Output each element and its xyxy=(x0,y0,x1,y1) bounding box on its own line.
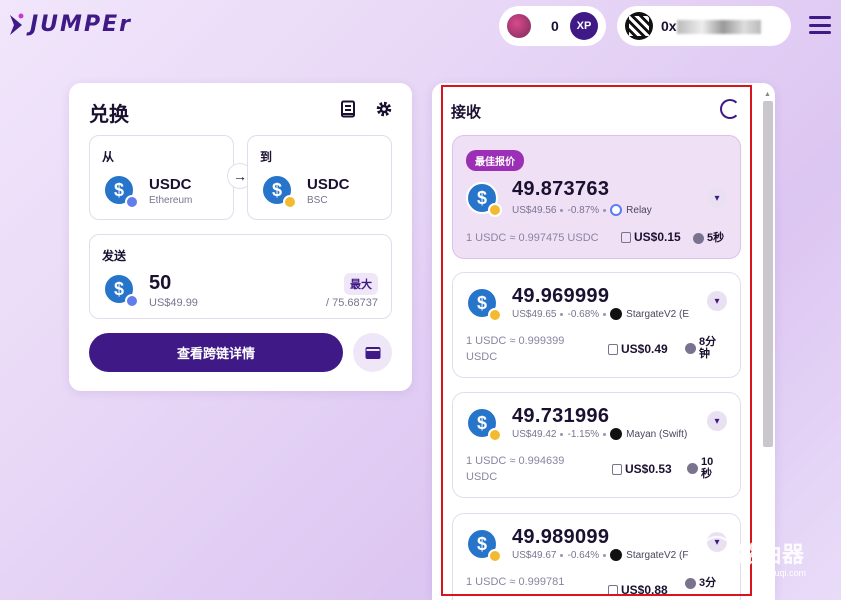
jumper-logo-icon xyxy=(10,13,24,35)
address-redaction xyxy=(676,20,761,35)
view-bridge-details-button[interactable]: 查看跨链详情 xyxy=(89,333,343,372)
route-amount: 49.731996 xyxy=(512,405,610,427)
gas-pump-icon xyxy=(608,343,618,355)
stargate-icon xyxy=(610,308,623,320)
chevron-down-icon[interactable]: ▾ xyxy=(707,411,727,431)
gas-fee: US$0.15 xyxy=(621,230,681,244)
watermark-url: luyouqi.com xyxy=(758,568,807,578)
to-token-name: USDC xyxy=(307,176,350,193)
est-time: 3分 xyxy=(685,577,719,589)
route-sub: US$49.65 -0.68% StargateV2 (E xyxy=(512,308,689,320)
ethereum-chain-icon xyxy=(125,195,139,209)
xp-count: 0 xyxy=(551,18,559,34)
relay-icon xyxy=(610,204,623,216)
bsc-chain-icon xyxy=(488,549,502,563)
gas-fee: US$0.88 xyxy=(608,583,668,597)
scrollbar[interactable]: ▲ xyxy=(762,91,774,600)
from-label: 从 xyxy=(102,150,115,164)
route-card[interactable]: 最佳报价 $ 49.873763 US$49.56 -0.87% Relay ▾ … xyxy=(452,135,741,259)
scroll-up-icon[interactable]: ▲ xyxy=(764,91,771,98)
profile-avatar xyxy=(507,14,531,38)
watermark: 路由器 xyxy=(700,536,804,570)
clock-icon xyxy=(685,577,696,589)
route-rate: 1 USDC ≈ 0.999781 xyxy=(466,576,565,588)
max-button[interactable]: 最大 xyxy=(344,273,378,295)
gas-fee: US$0.53 xyxy=(612,462,672,476)
from-token-selector[interactable]: 从 $ USDC Ethereum xyxy=(89,135,234,220)
route-amount: 49.969999 xyxy=(512,285,610,307)
history-icon[interactable] xyxy=(339,100,357,118)
wallet-avatar xyxy=(625,12,653,40)
wallet-icon xyxy=(365,346,380,359)
wallet-address: 0x xyxy=(661,18,761,35)
menu-icon[interactable] xyxy=(809,16,831,34)
bsc-chain-icon xyxy=(488,203,502,217)
gas-pump-icon xyxy=(608,584,618,596)
route-amount: 49.989099 xyxy=(512,526,610,548)
route-amount: 49.873763 xyxy=(512,178,610,200)
to-token-selector[interactable]: 到 $ USDC BSC xyxy=(247,135,392,220)
send-amount-box[interactable]: 发送 $ 50 US$49.99 最大 / 75.68737 xyxy=(89,234,392,319)
send-amount-input[interactable]: 50 xyxy=(149,272,171,295)
from-token-name: USDC xyxy=(149,176,192,193)
route-card[interactable]: $ 49.989099 US$49.67 -0.64% StargateV2 (F… xyxy=(452,513,741,600)
exchange-card: 兑换 从 $ USDC Ethereum → 到 $ USDC BSC 发送 $… xyxy=(69,83,412,391)
wallet-button[interactable]: 0x xyxy=(617,6,791,46)
gas-fee: US$0.49 xyxy=(608,342,668,356)
bsc-chain-icon xyxy=(488,308,502,322)
to-label: 到 xyxy=(260,150,273,164)
est-time: 5秒 xyxy=(693,232,724,244)
token-balance: / 75.68737 xyxy=(326,297,378,309)
refresh-spinner-icon[interactable] xyxy=(720,99,740,119)
gas-pump-icon xyxy=(621,231,631,243)
send-label: 发送 xyxy=(102,249,127,263)
best-quote-badge: 最佳报价 xyxy=(466,150,524,171)
router-logo-icon xyxy=(700,536,734,570)
route-card[interactable]: $ 49.731996 US$49.42 -1.15% Mayan (Swift)… xyxy=(452,392,741,498)
to-chain-name: BSC xyxy=(307,195,328,206)
jumper-logo[interactable]: JUMPEr xyxy=(8,12,132,37)
route-rate: 1 USDC ≈ 0.999399 USDC xyxy=(466,335,565,363)
bsc-chain-icon xyxy=(283,195,297,209)
route-sub: US$49.56 -0.87% Relay xyxy=(512,204,652,216)
bsc-chain-icon xyxy=(488,428,502,442)
watermark-text: 路由器 xyxy=(738,543,805,568)
mayan-icon xyxy=(610,428,623,440)
receive-title: 接收 xyxy=(451,104,482,121)
ethereum-chain-icon xyxy=(125,294,139,308)
chevron-down-icon[interactable]: ▾ xyxy=(707,291,727,311)
clock-icon xyxy=(693,232,704,244)
send-amount-usd: US$49.99 xyxy=(149,297,198,309)
stargate-icon xyxy=(610,549,623,561)
exchange-title: 兑换 xyxy=(89,104,129,126)
clock-icon xyxy=(687,462,698,474)
from-chain-name: Ethereum xyxy=(149,195,193,206)
settings-gear-icon[interactable] xyxy=(375,100,393,118)
chevron-down-icon[interactable]: ▾ xyxy=(707,188,727,208)
xp-badge: XP xyxy=(570,12,598,40)
gas-pump-icon xyxy=(612,463,622,475)
receive-panel: 接收 ▲ 最佳报价 $ 49.873763 US$49.56 -0.87% Rel… xyxy=(432,83,775,600)
est-time: 8分钟 xyxy=(685,336,719,360)
xp-pill[interactable]: 0 XP xyxy=(499,6,606,46)
clock-icon xyxy=(685,342,696,354)
scrollbar-thumb[interactable] xyxy=(763,101,773,447)
route-sub: US$49.42 -1.15% Mayan (Swift) xyxy=(512,428,688,440)
wallet-icon-button[interactable] xyxy=(353,333,392,372)
route-rate: 1 USDC ≈ 0.997475 USDC xyxy=(466,232,599,244)
route-sub: US$49.67 -0.64% StargateV2 (F xyxy=(512,549,689,561)
route-rate: 1 USDC ≈ 0.994639 USDC xyxy=(466,455,565,483)
logo-text: JUMPEr xyxy=(30,12,132,37)
route-card[interactable]: $ 49.969999 US$49.65 -0.68% StargateV2 (E… xyxy=(452,272,741,378)
est-time: 10秒 xyxy=(687,456,719,480)
